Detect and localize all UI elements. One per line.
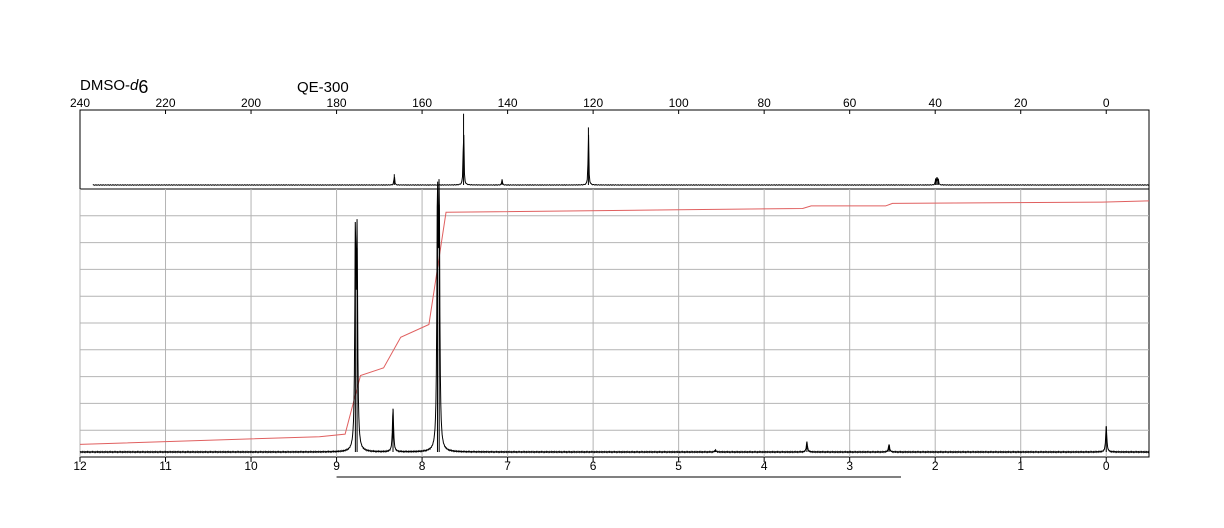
h1-tick-label: 10: [244, 459, 258, 473]
c13-tick-label: 60: [843, 96, 857, 110]
c13-tick-label: 140: [498, 96, 518, 110]
h1-tick-label: 6: [590, 459, 597, 473]
nmr-spectra-figure: 240 220 200 180 160 140 120 100 80 60 40 20 0 12 11 10…: [70, 96, 1150, 478]
c13-tick-label: 20: [1014, 96, 1028, 110]
h1-tick-label: 4: [761, 459, 768, 473]
c13-tick-label: 240: [70, 96, 90, 110]
c13-tick-label: 80: [757, 96, 771, 110]
c13-tick-label: 160: [412, 96, 432, 110]
c13-tick-label: 180: [327, 96, 347, 110]
c13-tick-label: 220: [156, 96, 176, 110]
h1-tick-label: 12: [73, 459, 87, 473]
c13-frame: [79, 109, 1150, 190]
c13-tick-label: 40: [929, 96, 943, 110]
h1-tick-label: 11: [159, 459, 172, 473]
h1-spectrum-trace: [79, 179, 1150, 454]
c13-tick-label: 100: [669, 96, 689, 110]
c13-spectrum-trace: [92, 134, 1150, 186]
h1-tick-label: 8: [419, 459, 426, 473]
c13-tick-label: 120: [583, 96, 603, 110]
h1-tick-label: 5: [675, 459, 682, 473]
h1-tick-label: 3: [846, 459, 853, 473]
h1-tick-label: 2: [932, 459, 939, 473]
h1-spectrum-panel: 12 11 10 9 8 7 6 5 4 3 2 1 0: [73, 179, 1150, 478]
h1-tick-label: 0: [1103, 459, 1110, 473]
c13-tick-label: 200: [241, 96, 261, 110]
c13-tick-label: 0: [1103, 96, 1110, 110]
c13-spectrum-panel: 240 220 200 180 160 140 120 100 80 60 40 20 0: [70, 96, 1150, 190]
h1-tick-label: 7: [504, 459, 511, 473]
h1-tick-label: 1: [1017, 459, 1024, 473]
h1-tick-label: 9: [333, 459, 340, 473]
